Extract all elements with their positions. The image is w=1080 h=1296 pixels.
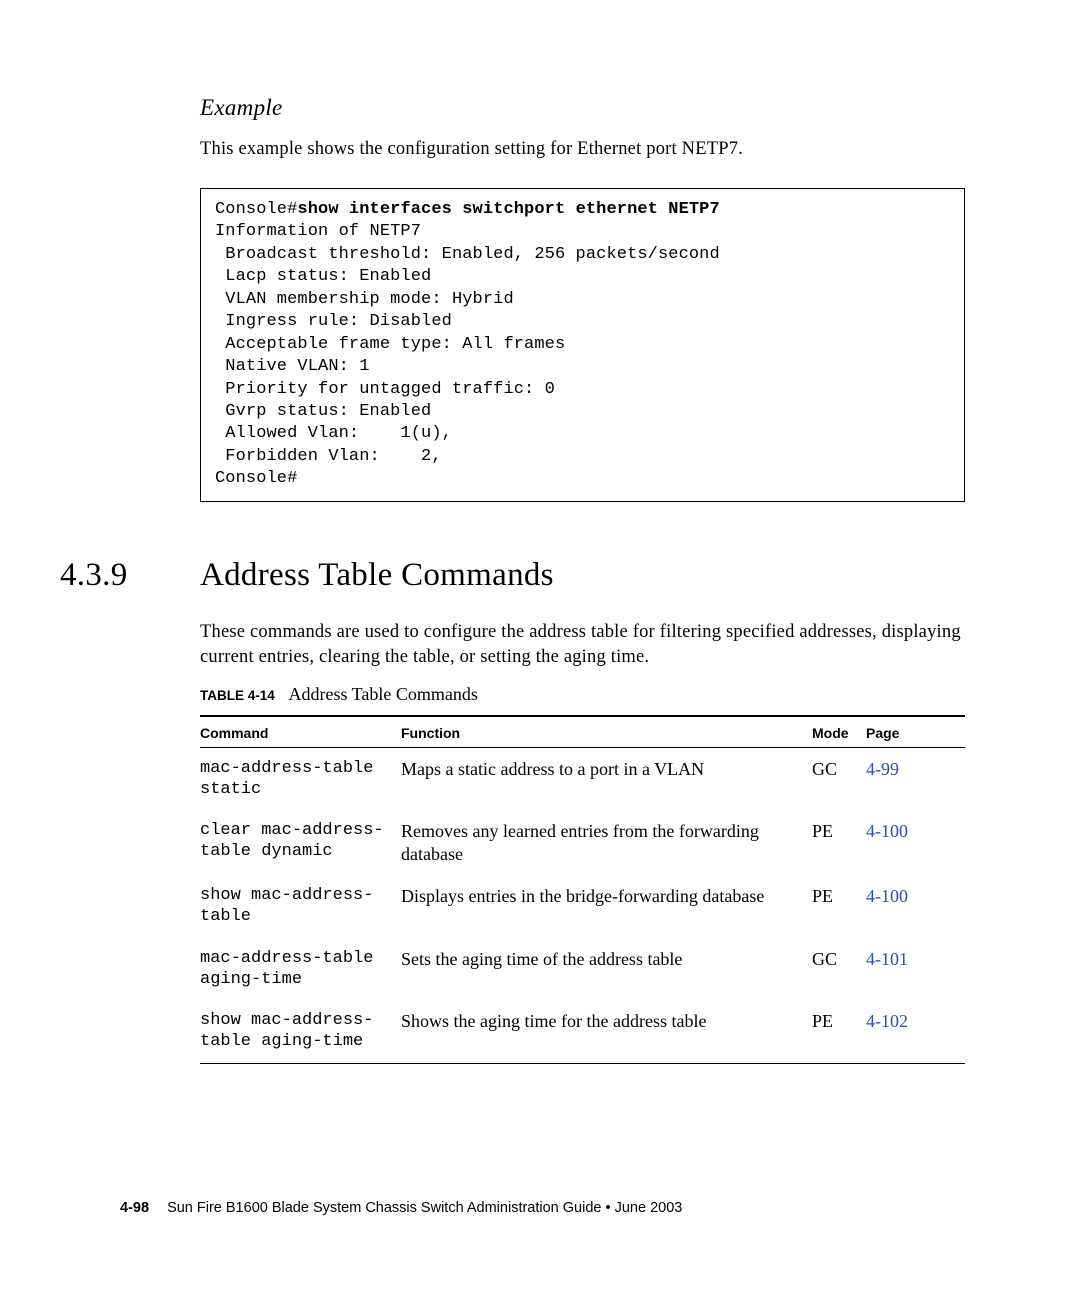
- section-title: Address Table Commands: [200, 557, 554, 594]
- cell-mode: GC: [812, 747, 866, 810]
- table-caption-label: TABLE 4-14: [200, 688, 275, 703]
- header-mode: Mode: [812, 716, 866, 748]
- cell-page: 4-100: [866, 875, 965, 938]
- cell-function: Shows the aging time for the address tab…: [401, 1000, 812, 1063]
- header-function: Function: [401, 716, 812, 748]
- table-row: mac-address-table aging-time Sets the ag…: [200, 938, 965, 1001]
- table-caption: TABLE 4-14 Address Table Commands: [200, 684, 965, 705]
- code-prefix: Console#: [215, 200, 297, 219]
- cell-function: Displays entries in the bridge-forwardin…: [401, 875, 812, 938]
- page-link[interactable]: 4-101: [866, 949, 908, 969]
- cell-mode: PE: [812, 810, 866, 875]
- footer-doc-title: Sun Fire B1600 Blade System Chassis Swit…: [167, 1200, 682, 1216]
- cell-command: clear mac-address-table dynamic: [200, 810, 401, 875]
- cell-page: 4-99: [866, 747, 965, 810]
- command-table: Command Function Mode Page mac-address-t…: [200, 715, 965, 1064]
- page-link[interactable]: 4-99: [866, 759, 899, 779]
- page-link[interactable]: 4-100: [866, 821, 908, 841]
- cell-mode: PE: [812, 875, 866, 938]
- table-row: mac-address-table static Maps a static a…: [200, 747, 965, 810]
- page-link[interactable]: 4-100: [866, 886, 908, 906]
- cell-page: 4-100: [866, 810, 965, 875]
- cell-page: 4-102: [866, 1000, 965, 1063]
- cell-command: show mac-address-table: [200, 875, 401, 938]
- header-page: Page: [866, 716, 965, 748]
- example-heading: Example: [200, 95, 965, 121]
- table-header-row: Command Function Mode Page: [200, 716, 965, 748]
- cell-mode: GC: [812, 938, 866, 1001]
- cell-function: Maps a static address to a port in a VLA…: [401, 747, 812, 810]
- table-row: show mac-address-table aging-time Shows …: [200, 1000, 965, 1063]
- table-row: show mac-address-table Displays entries …: [200, 875, 965, 938]
- header-command: Command: [200, 716, 401, 748]
- section-header: 4.3.9 Address Table Commands: [60, 557, 965, 594]
- section-number: 4.3.9: [60, 557, 200, 594]
- cell-function: Sets the aging time of the address table: [401, 938, 812, 1001]
- page-link[interactable]: 4-102: [866, 1011, 908, 1031]
- cell-mode: PE: [812, 1000, 866, 1063]
- footer-page-number: 4-98: [120, 1200, 149, 1216]
- cell-page: 4-101: [866, 938, 965, 1001]
- table-caption-title: Address Table Commands: [289, 684, 478, 704]
- section-intro: These commands are used to configure the…: [200, 620, 965, 670]
- page-footer: 4-98 Sun Fire B1600 Blade System Chassis…: [120, 1200, 682, 1216]
- code-body: Information of NETP7 Broadcast threshold…: [215, 222, 720, 488]
- cell-command: show mac-address-table aging-time: [200, 1000, 401, 1063]
- code-block: Console#show interfaces switchport ether…: [200, 188, 965, 502]
- table-row: clear mac-address-table dynamic Removes …: [200, 810, 965, 875]
- cell-command: mac-address-table static: [200, 747, 401, 810]
- code-command: show interfaces switchport ethernet NETP…: [297, 200, 719, 219]
- page-content: Example This example shows the configura…: [0, 0, 1080, 1296]
- cell-function: Removes any learned entries from the for…: [401, 810, 812, 875]
- example-intro: This example shows the configuration set…: [200, 139, 965, 160]
- cell-command: mac-address-table aging-time: [200, 938, 401, 1001]
